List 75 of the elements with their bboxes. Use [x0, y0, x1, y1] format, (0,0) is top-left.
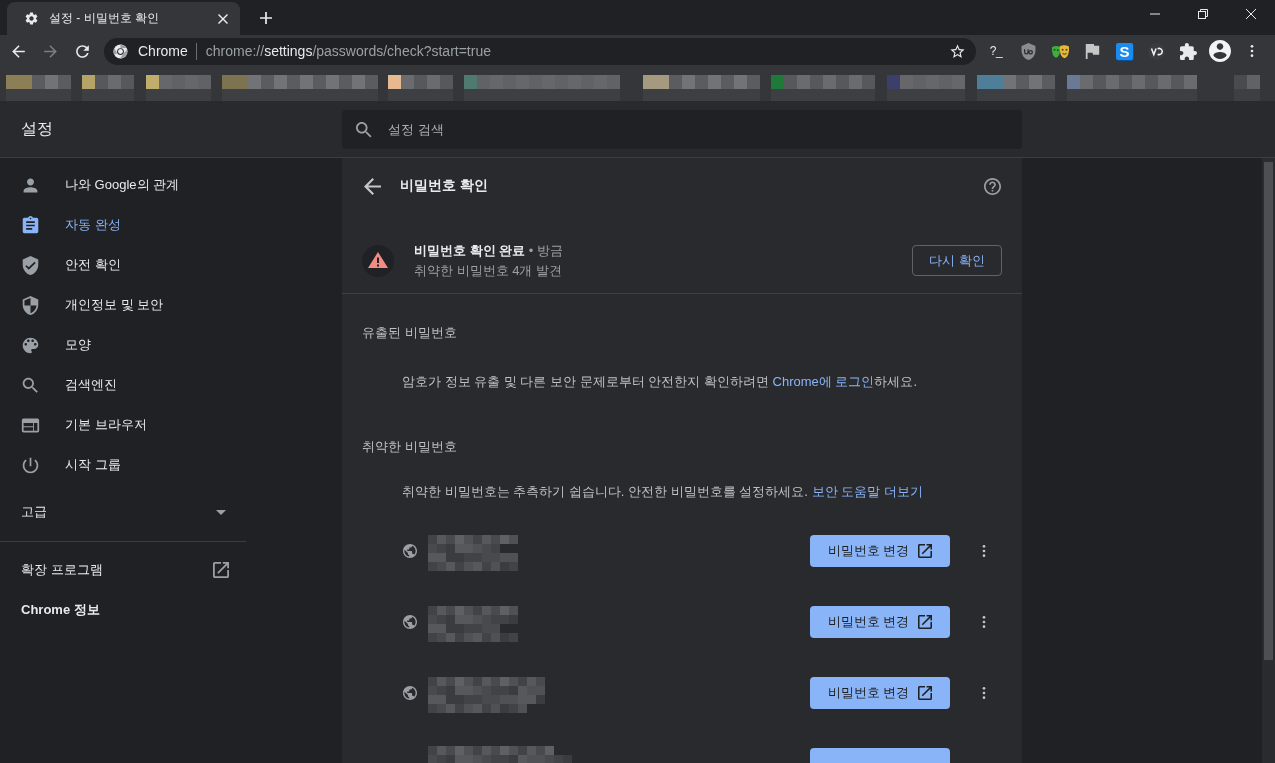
status-summary: 취약한 비밀번호 4개 발견 [414, 261, 564, 280]
settings-icon [24, 11, 39, 26]
avatar-icon [1209, 40, 1231, 62]
scrollbar-thumb[interactable] [1264, 162, 1273, 660]
flag-icon [1083, 42, 1101, 60]
clipboard-icon [21, 215, 40, 235]
sidebar-item[interactable]: 안전 확인 [0, 245, 246, 285]
extension-button[interactable]: ?_ [980, 37, 1012, 65]
pixelated-bookmark-drawing[interactable] [82, 75, 134, 101]
close-icon[interactable] [218, 13, 228, 24]
pixelated-bookmark-drawing[interactable] [146, 75, 211, 101]
section-description: 취약한 비밀번호는 추측하기 쉽습니다. 안전한 비밀번호를 설정하세요. 보안 도움말 더보기 [402, 483, 923, 501]
power-icon [21, 455, 40, 475]
open-in-new-icon [213, 562, 229, 578]
more-icon [982, 544, 986, 558]
site-chip: Chrome [138, 42, 197, 60]
text-link[interactable]: Chrome에 로그인 [772, 374, 875, 389]
tab-title: 설정 - 비밀번호 확인 [49, 10, 160, 27]
page-title: 비밀번호 확인 [400, 177, 489, 195]
bookmark-star-icon[interactable] [949, 42, 966, 60]
circle-logo-icon [113, 43, 128, 59]
pixelated-bookmark-drawing[interactable] [388, 75, 453, 101]
sidebar-item[interactable]: 시작 그룹 [0, 445, 246, 485]
recheck-button[interactable]: 다시 확인 [912, 245, 1002, 276]
plus-icon [260, 12, 272, 24]
open-in-new-icon [918, 544, 933, 558]
sidebar-item[interactable]: 자동 완성 [0, 205, 246, 245]
shield-check-icon [21, 255, 40, 275]
change-password-button[interactable]: 비밀번호 변경 [810, 677, 950, 709]
warning-icon [362, 244, 394, 277]
browser-tab[interactable]: 설정 - 비밀번호 확인 [7, 2, 240, 35]
change-password-button[interactable]: 비밀번호 변경 [810, 606, 950, 638]
search-field[interactable]: 설정 검색 [342, 110, 1022, 149]
address-bar[interactable]: Chrome chrome://settings/passwords/check?start=true [104, 37, 976, 65]
sidebar-item[interactable]: 검색엔진 [0, 365, 246, 405]
pixelated-bookmark-drawing[interactable] [977, 75, 1055, 101]
help-icon [983, 177, 1001, 195]
url-text: chrome://settings/passwords/check?start=true [205, 43, 491, 59]
extensions-link[interactable]: 확장 프로그램 [0, 550, 246, 590]
sidebar-item[interactable]: 나와 Google의 관계 [0, 165, 246, 205]
search-icon [356, 122, 372, 138]
restore-icon [1198, 9, 1208, 19]
puzzle-piece-icon [1179, 42, 1197, 60]
more-icon [982, 615, 986, 629]
more-icon [982, 686, 986, 700]
open-in-new-icon [918, 686, 933, 700]
sidebar-item[interactable]: 모양 [0, 325, 246, 365]
scrollbar[interactable] [1262, 158, 1275, 763]
shield-icon [1019, 42, 1037, 60]
status-title: 비밀번호 확인 완료 [414, 242, 526, 258]
sidebar-item[interactable]: 기본 브라우저 [0, 405, 246, 445]
more-icon [1250, 44, 1254, 58]
change-password-button[interactable]: 비밀번호 변경 [810, 535, 950, 567]
open-in-new-icon [918, 615, 933, 629]
about-link[interactable]: Chrome 정보 [0, 590, 100, 630]
globe-icon [403, 544, 417, 558]
shield-icon [21, 295, 40, 315]
close-icon [1246, 9, 1256, 19]
section-heading: 유출된 비밀번호 [362, 324, 457, 342]
settings-title: 설정 [21, 119, 53, 137]
theater-masks-icon [1051, 42, 1069, 60]
globe-icon [403, 686, 417, 700]
palette-icon [21, 335, 40, 355]
section-description: 암호가 정보 유출 및 다른 보안 문제로부터 안전한지 확인하려면 Chrome에 로그인하세요. [402, 373, 917, 391]
sidebar-item[interactable]: 개인정보 및 보안 [0, 285, 246, 325]
pixelated-bookmark-drawing[interactable] [6, 75, 71, 101]
text-link[interactable]: 보안 도움말 더보기 [811, 484, 923, 499]
status-time: • 방금 [528, 242, 564, 258]
advanced-toggle[interactable]: 고급 [0, 492, 246, 532]
globe-icon [403, 615, 417, 629]
search-icon [21, 375, 40, 395]
section-heading: 취약한 비밀번호 [362, 438, 457, 456]
pixelated-bookmark-drawing[interactable] [643, 75, 760, 101]
pixelated-bookmark-drawing[interactable] [1067, 75, 1197, 101]
arrow-left-icon [363, 177, 381, 195]
